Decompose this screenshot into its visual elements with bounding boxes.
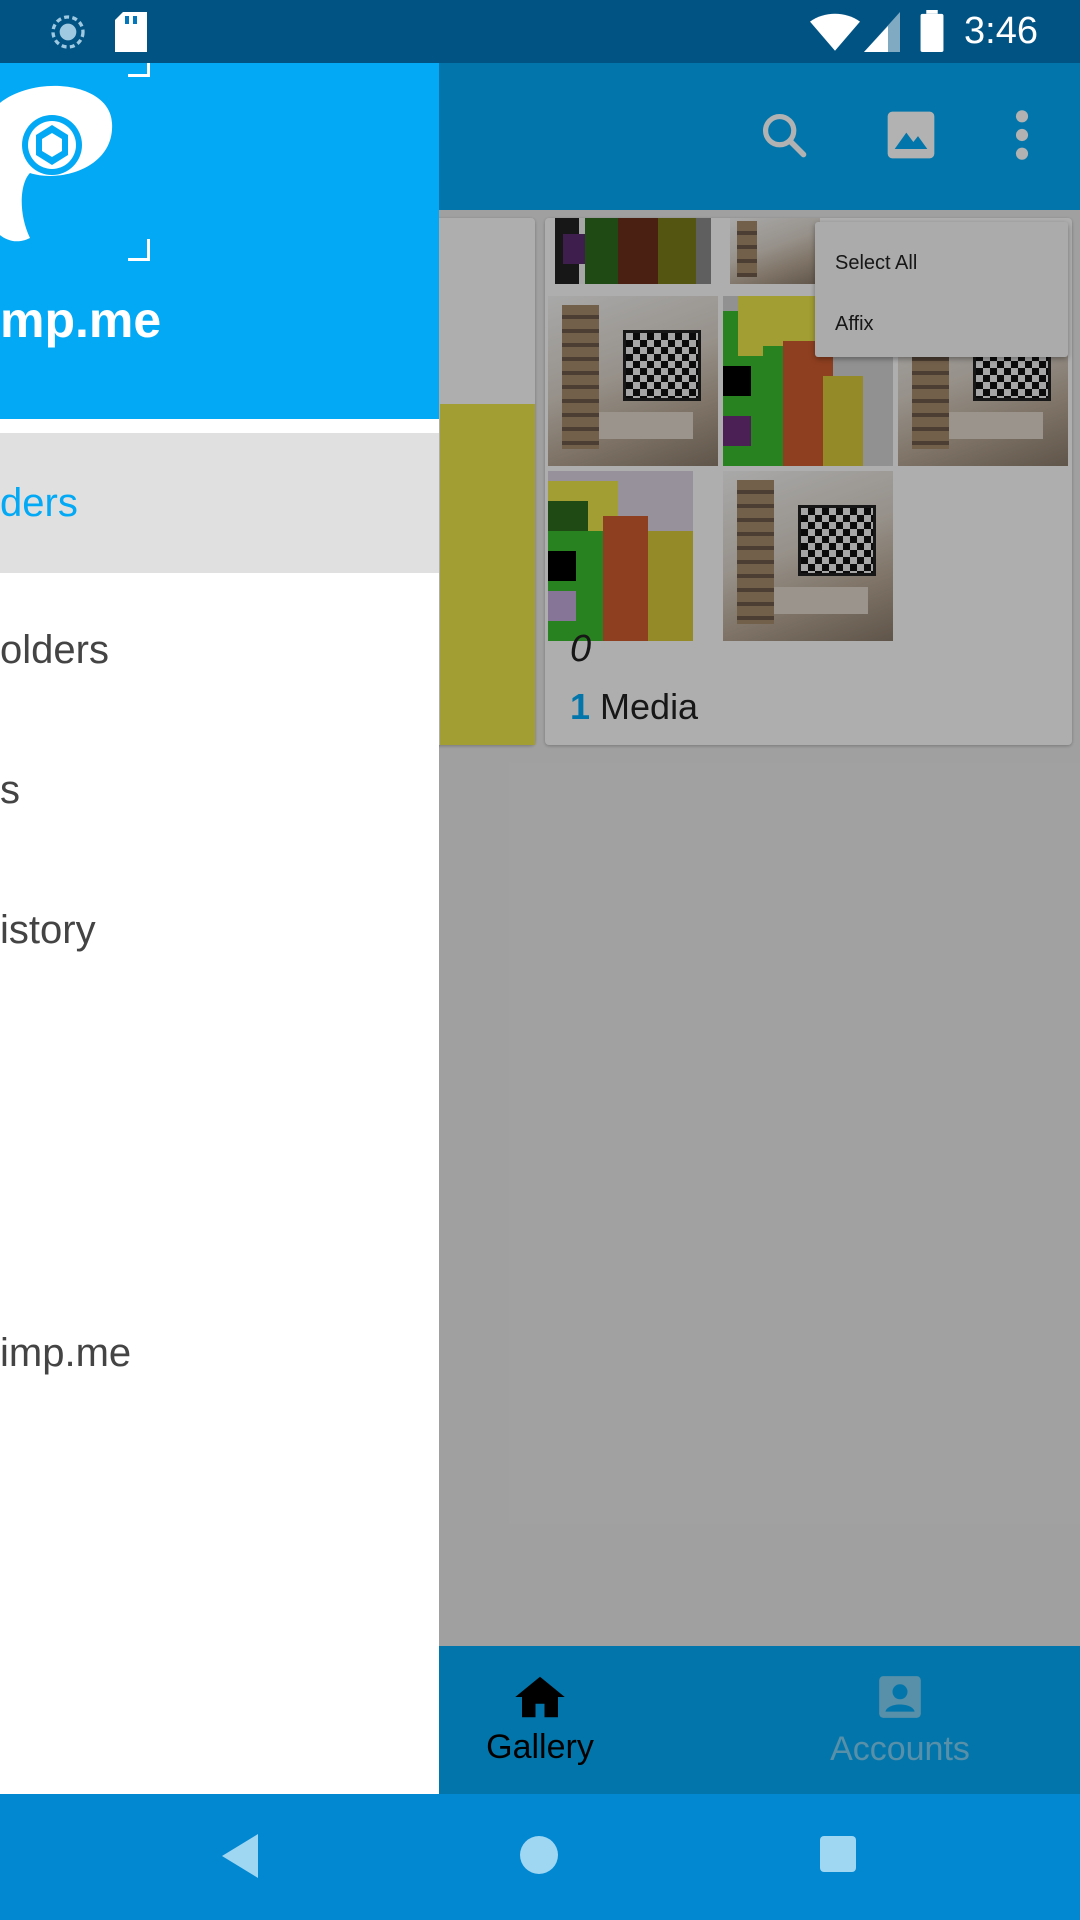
system-nav-bar [0,1794,1080,1920]
drawer-header: mp.me [0,63,439,419]
signal-icon [864,12,900,57]
app-logo-icon [0,73,130,268]
drawer-item-all-folders[interactable]: olders [0,580,439,720]
battery-icon [920,10,944,57]
drawer-item-label: istory [0,907,96,952]
drawer-item-about[interactable]: imp.me [0,1283,439,1423]
drawer-brand-text: mp.me [0,292,162,348]
drawer-item-label: s [0,767,20,812]
status-bar-content: 3:46 [0,0,1080,63]
navigation-drawer: mp.me ders olders s istory imp.me [0,63,439,1794]
wifi-icon [810,12,860,57]
corner-mark [128,239,150,261]
status-clock: 3:46 [964,10,1038,52]
recents-icon[interactable] [820,1836,856,1877]
drawer-item-favorites[interactable]: s [0,720,439,860]
drawer-item-label: olders [0,627,109,672]
drawer-item-history[interactable]: istory [0,860,439,1000]
sd-card-icon [115,12,147,57]
sync-icon [48,12,88,57]
drawer-item-folders[interactable]: ders [0,433,439,573]
home-button-icon[interactable] [520,1836,558,1879]
drawer-item-label: ders [0,480,78,525]
corner-mark [128,63,150,77]
back-icon[interactable] [222,1834,258,1883]
drawer-item-label: imp.me [0,1330,132,1375]
